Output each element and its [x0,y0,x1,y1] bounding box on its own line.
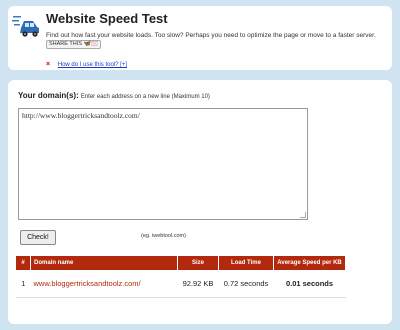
header-domain: Domain name [30,256,178,270]
domains-textarea[interactable]: http://www.bloggertricksandtoolz.com/ [18,108,308,220]
main-panel: Your domain(s): Enter each address on a … [8,80,392,324]
domains-label-title: Your domain(s): [18,91,79,100]
row-domain[interactable]: www.bloggertricksandtoolz.com/ [31,270,178,296]
domains-label: Your domain(s): Enter each address on a … [18,91,210,100]
row-num: 1 [21,278,26,288]
resize-grip-icon[interactable] [300,212,306,218]
row-divider [16,297,346,298]
table-row: 1 www.bloggertricksandtoolz.com/ 92.92 K… [16,270,346,296]
header-avg-speed: Average Speed per KB [273,256,346,270]
bullet-x-icon: × [46,61,51,68]
row-load-time: 0.72 seconds [223,278,269,288]
howto-link[interactable]: How do I use this tool? [+] [58,62,127,68]
check-button[interactable]: Check! [20,230,56,245]
share-icon: 🦋🖂 [83,41,98,47]
results-header-row: # Domain name Size Load Time Average Spe… [16,256,346,270]
header-load-time: Load Time [218,256,274,270]
row-size: 92.92 KB [182,278,214,288]
share-label: SHARE THIS [49,41,82,47]
description-text: Find out how fast your website loads. To… [46,32,376,39]
share-button[interactable]: SHARE THIS 🦋🖂 [46,40,101,49]
results-table: # Domain name Size Load Time Average Spe… [16,256,346,296]
row-avg-speed: 0.01 seconds [285,278,334,288]
car-speed-icon [12,16,39,37]
howto-row: × How do I use this tool? [+] [46,61,127,68]
example-hint: (eg. iwebtool.com) [141,233,186,239]
page-description: Find out how fast your website loads. To… [46,31,386,49]
textarea-value: http://www.bloggertricksandtoolz.com/ [22,111,140,120]
header-num: # [16,256,31,270]
header-size: Size [177,256,219,270]
domains-hint: Enter each address on a new line (Maximu… [80,94,210,100]
header-panel: Website Speed Test Find out how fast you… [8,6,392,70]
page-title: Website Speed Test [46,11,168,26]
